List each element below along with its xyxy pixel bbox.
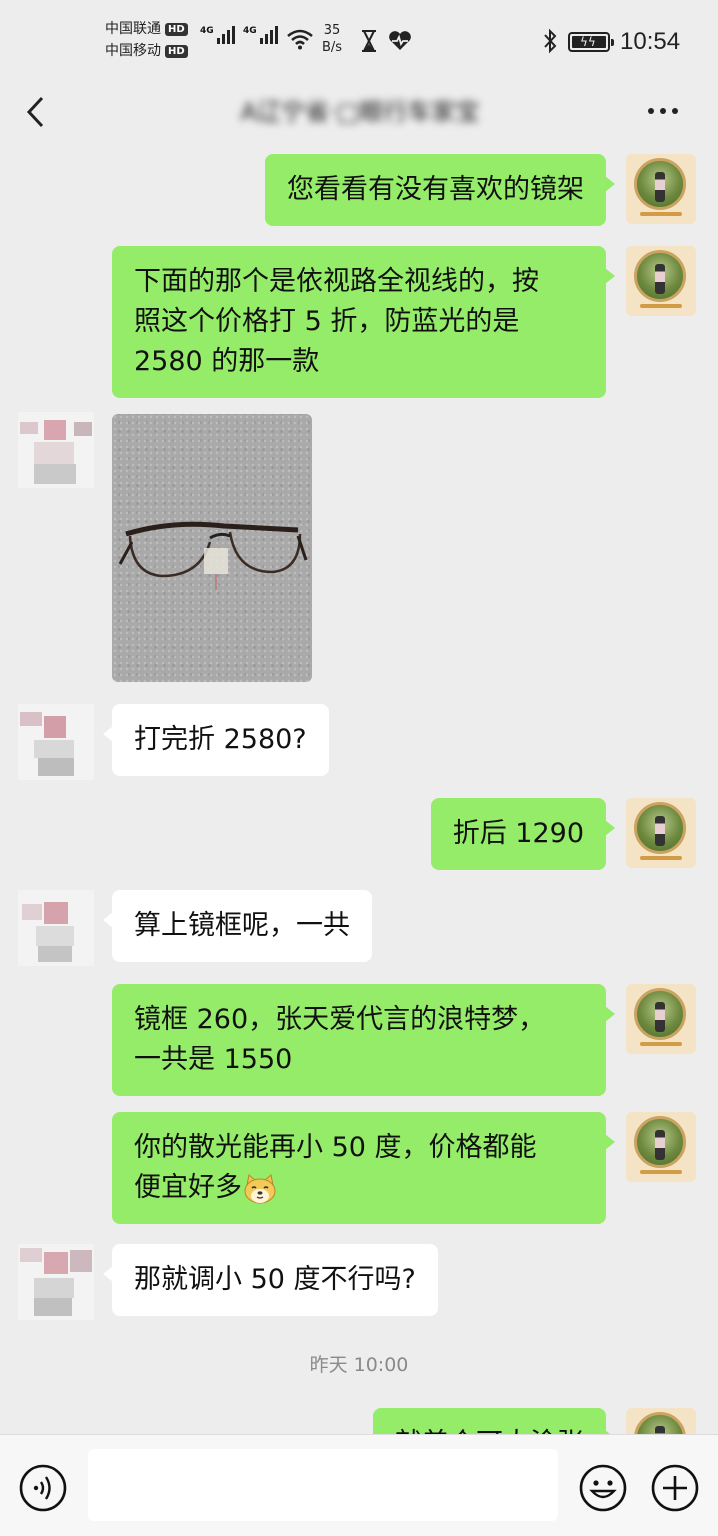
message-text: 下面的那个是依视路全视线的，按: [134, 266, 539, 297]
avatar[interactable]: [626, 1112, 696, 1182]
avatar[interactable]: [626, 154, 696, 224]
hd-badge-2: HD: [165, 44, 188, 58]
avatar[interactable]: [626, 246, 696, 316]
carrier-info: 中国联通 HD 中国移动 HD: [105, 18, 188, 62]
chat-header: A辽宁省·□眼行车家宝: [0, 70, 718, 154]
avatar[interactable]: [626, 984, 696, 1054]
message-bubble[interactable]: 就差个可大涂张: [373, 1408, 615, 1434]
hd-badge-1: HD: [165, 22, 188, 36]
health-icon: [389, 31, 411, 50]
signal-icon-1: 4G: [200, 26, 235, 44]
message-text: 一共是 1550: [134, 1044, 293, 1075]
voice-input-icon[interactable]: [18, 1463, 68, 1513]
chat-title: A辽宁省·□眼行车家宝: [240, 98, 480, 126]
message-bubble[interactable]: 您看看有没有喜欢的镜架: [265, 154, 615, 226]
message-bubble[interactable]: 算上镜框呢，一共: [103, 890, 372, 962]
hourglass-icon: [362, 30, 376, 52]
carrier-1: 中国联通: [105, 21, 161, 37]
doge-emoji-icon: [244, 1173, 276, 1203]
avatar-blurred[interactable]: [18, 890, 94, 966]
message-text: 照这个价格打 5 折，防蓝光的是: [134, 306, 520, 337]
avatar[interactable]: [626, 798, 696, 868]
bluetooth-icon: [544, 28, 557, 54]
message-text: 就差个可大涂张: [395, 1424, 584, 1434]
message-bubble[interactable]: 下面的那个是依视路全视线的，按 照这个价格打 5 折，防蓝光的是 2580 的那…: [112, 246, 615, 398]
message-bubble[interactable]: 打完折 2580?: [103, 704, 329, 776]
battery-icon: ϟϟ: [568, 32, 614, 52]
avatar-blurred[interactable]: [18, 412, 94, 488]
message-text: 你的散光能再小 50 度，价格都能: [134, 1132, 537, 1163]
message-text: 您看看有没有喜欢的镜架: [287, 174, 584, 205]
status-bar: 中国联通 HD 中国移动 HD 4G 4G 35 B/s ϟϟ 10:54: [0, 0, 718, 70]
message-text: 便宜好多: [134, 1172, 242, 1203]
emoji-icon[interactable]: [578, 1463, 628, 1513]
avatar-blurred[interactable]: [18, 704, 94, 780]
message-text: 镜框 260，张天爱代言的浪特梦，: [134, 1004, 546, 1035]
carrier-2: 中国移动: [105, 43, 161, 59]
message-list[interactable]: 您看看有没有喜欢的镜架 下面的那个是依视路全视线的，按 照这个价格打 5 折，防…: [0, 154, 718, 1434]
message-bubble[interactable]: 镜框 260，张天爱代言的浪特梦， 一共是 1550: [112, 984, 615, 1096]
glasses-photo[interactable]: [112, 414, 312, 682]
message-text: 算上镜框呢，一共: [134, 910, 350, 941]
wifi-icon: [287, 29, 313, 50]
message-bubble[interactable]: 那就调小 50 度不行吗?: [103, 1244, 438, 1316]
message-bubble[interactable]: 折后 1290: [430, 798, 616, 870]
clock: 10:54: [620, 28, 681, 55]
glasses-image: [118, 521, 308, 590]
input-bar: [0, 1434, 718, 1536]
message-bubble[interactable]: 你的散光能再小 50 度，价格都能 便宜好多: [112, 1112, 615, 1224]
message-timestamp: 昨天 10:00: [309, 1354, 409, 1376]
message-text: 那就调小 50 度不行吗?: [134, 1264, 416, 1295]
plus-icon[interactable]: [650, 1463, 700, 1513]
message-text: 折后 1290: [452, 818, 584, 849]
more-dots-icon[interactable]: [648, 108, 678, 114]
message-text: 2580 的那一款: [134, 346, 320, 377]
avatar-blurred[interactable]: [18, 1244, 94, 1320]
message-text: 打完折 2580?: [134, 724, 307, 755]
avatar[interactable]: [626, 1408, 696, 1434]
chevron-left-icon[interactable]: [24, 94, 48, 130]
message-input[interactable]: [88, 1449, 558, 1521]
net-speed: 35 B/s: [322, 23, 343, 55]
signal-icon-2: 4G: [243, 26, 278, 44]
